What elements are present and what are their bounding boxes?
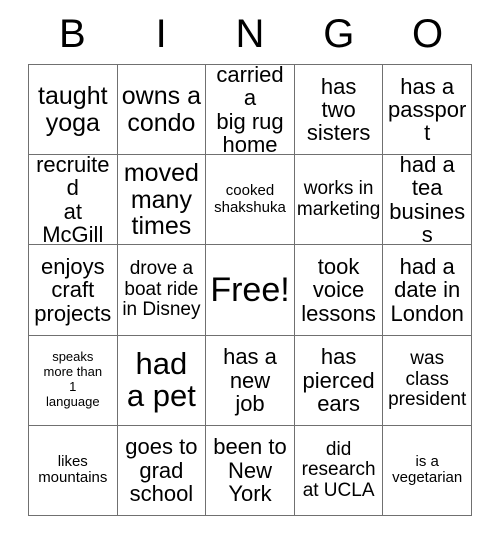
bingo-cell-label: works in marketing	[296, 178, 381, 220]
header-letter-o: O	[412, 12, 444, 56]
bingo-cell[interactable]: owns a condo	[117, 65, 207, 156]
bingo-cell-label: had a tea business	[389, 155, 466, 246]
bingo-cell[interactable]: cooked shakshuka	[206, 155, 295, 246]
bingo-card: B I N G O taught yoga owns a condo carri…	[0, 0, 500, 544]
bingo-header: B I N G O	[28, 8, 472, 60]
bingo-cell[interactable]: has a passport	[383, 65, 472, 156]
bingo-cell[interactable]: speaks more than 1 language	[29, 335, 118, 426]
bingo-cell[interactable]: is a vegetarian	[383, 425, 472, 516]
bingo-cell[interactable]: had a date in London	[383, 245, 472, 336]
bingo-cell-label: drove a boat ride in Disney	[122, 258, 201, 321]
bingo-cell[interactable]: had a pet	[117, 335, 207, 426]
bingo-cell[interactable]: drove a boat ride in Disney	[117, 245, 207, 336]
bingo-cell-label: enjoys craft projects	[34, 254, 112, 326]
bingo-cell-free[interactable]: Free!	[206, 245, 295, 336]
header-letter-g: G	[323, 12, 355, 56]
bingo-cell[interactable]: did research at UCLA	[294, 425, 384, 516]
bingo-cell[interactable]: recruited at McGill	[29, 155, 118, 246]
bingo-cell[interactable]: been to New York	[206, 425, 295, 516]
bingo-cell[interactable]: works in marketing	[294, 155, 384, 246]
bingo-cell[interactable]: has a new job	[206, 335, 295, 426]
bingo-cell[interactable]: has pierced ears	[294, 335, 384, 426]
bingo-cell-label: has a new job	[223, 344, 277, 416]
bingo-free-label: Free!	[210, 270, 290, 309]
bingo-cell[interactable]: carried a big rug home	[206, 65, 295, 156]
bingo-cell-label: took voice lessons	[301, 254, 376, 326]
bingo-cell-label: is a vegetarian	[392, 452, 463, 487]
bingo-cell-label: moved many times	[123, 159, 199, 241]
bingo-cell-label: recruited at McGill	[36, 155, 110, 246]
bingo-cell[interactable]: had a tea business	[383, 155, 472, 246]
bingo-cell-label: taught yoga	[38, 82, 108, 137]
bingo-cell-label: has two sisters	[306, 73, 371, 146]
bingo-cell[interactable]: took voice lessons	[294, 245, 384, 336]
bingo-cell-label: owns a condo	[121, 82, 201, 137]
bingo-cell[interactable]: was class president	[383, 335, 472, 426]
bingo-cell-label: had a pet	[126, 345, 196, 414]
header-letter-b: B	[59, 12, 86, 56]
bingo-cell-label: goes to grad school	[125, 434, 198, 507]
bingo-cell[interactable]: has two sisters	[294, 65, 384, 156]
bingo-cell-label: had a date in London	[390, 254, 464, 326]
bingo-cell-label: did research at UCLA	[301, 438, 376, 501]
bingo-cell-label: carried a big rug home	[216, 65, 284, 156]
header-letter-i: I	[155, 12, 167, 56]
bingo-cell-label: been to New York	[213, 434, 287, 507]
bingo-cell[interactable]: taught yoga	[29, 65, 118, 156]
bingo-cell[interactable]: goes to grad school	[117, 425, 207, 516]
bingo-cell-label: cooked shakshuka	[214, 181, 286, 216]
bingo-cell-label: has a passport	[388, 73, 467, 146]
bingo-grid: taught yoga owns a condo carried a big r…	[28, 64, 472, 516]
bingo-cell[interactable]: likes mountains	[29, 425, 118, 516]
bingo-cell[interactable]: enjoys craft projects	[29, 245, 118, 336]
bingo-cell-label: speaks more than 1 language	[43, 349, 103, 410]
bingo-cell[interactable]: moved many times	[117, 155, 207, 246]
bingo-cell-label: likes mountains	[38, 452, 108, 487]
bingo-cell-label: has pierced ears	[302, 344, 375, 416]
header-letter-n: N	[235, 12, 265, 56]
bingo-cell-label: was class president	[388, 348, 467, 411]
